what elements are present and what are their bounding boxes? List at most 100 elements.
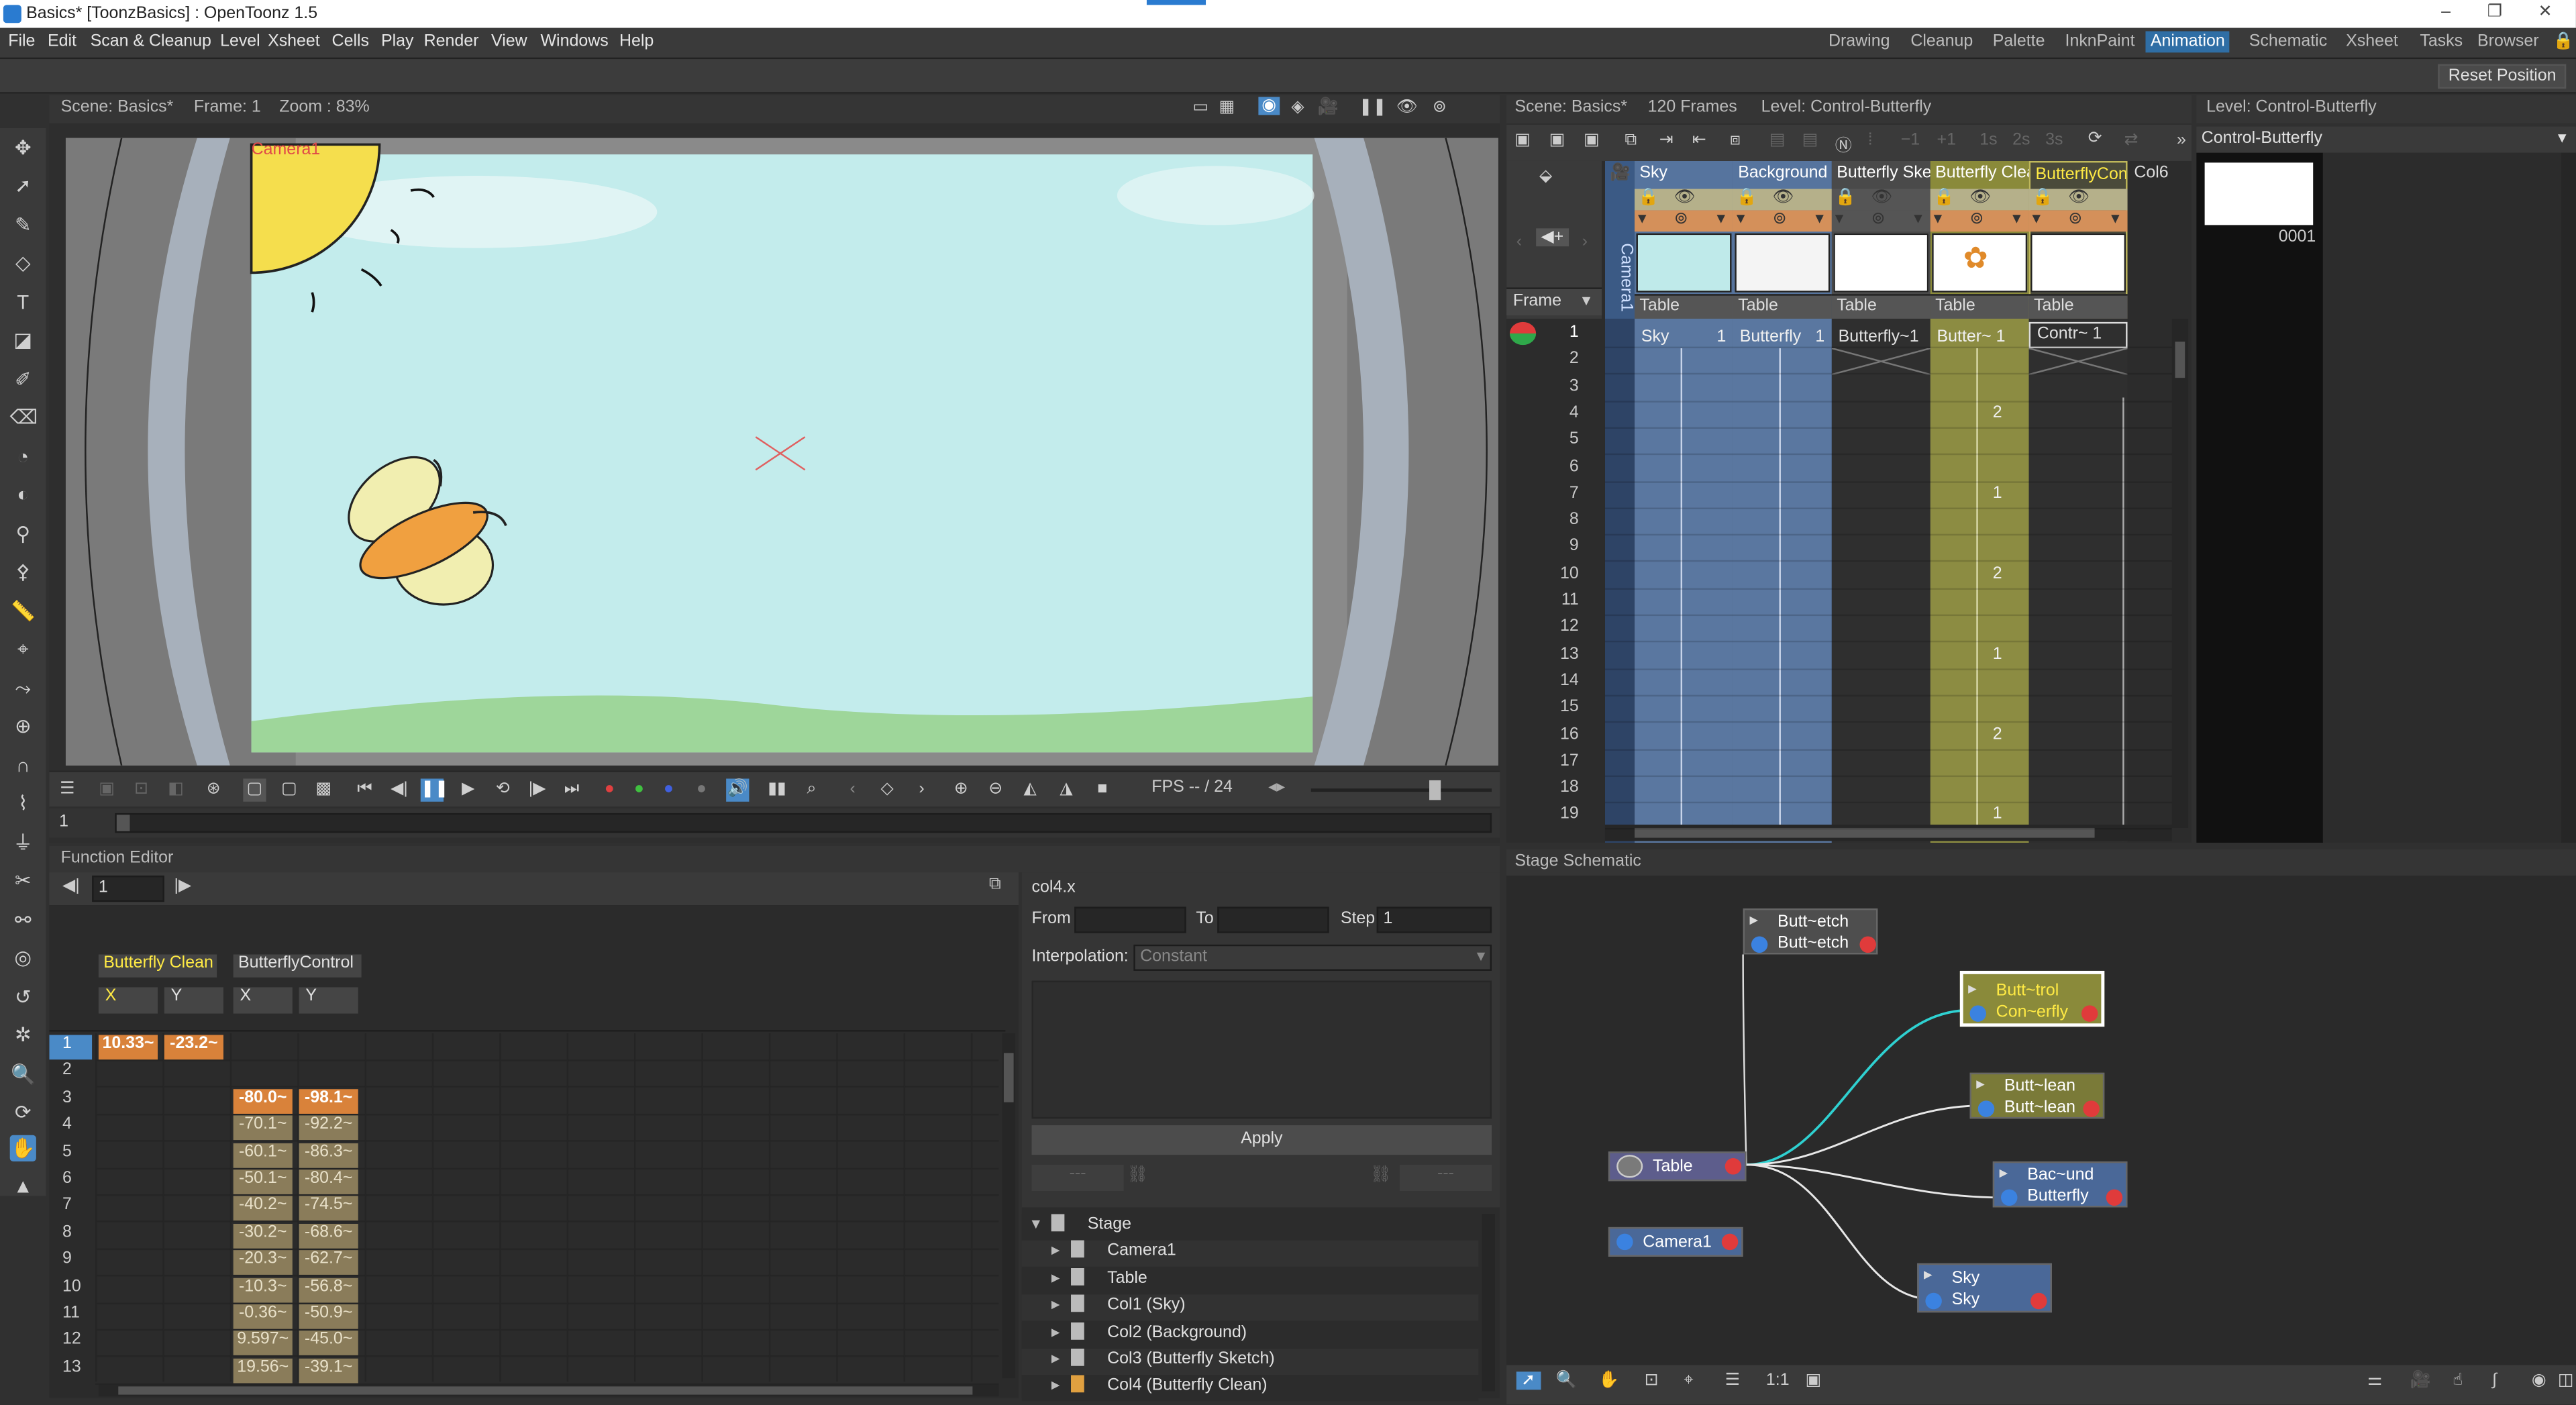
pegbar-selector[interactable]: Table	[1831, 294, 1930, 319]
output-port-icon[interactable]	[1859, 936, 1876, 953]
next-key-icon[interactable]: ›	[910, 778, 933, 801]
fe-control-x-value[interactable]: 19.56~	[233, 1358, 293, 1383]
xsheet-row-number[interactable]: 4	[1506, 404, 1602, 422]
fps-slider-handle[interactable]	[1429, 780, 1441, 800]
brush-tool-icon[interactable]: ✎	[10, 212, 36, 238]
cutter-tool-icon[interactable]: ✂	[10, 868, 36, 894]
preview-toggle[interactable]: 🔒 👁	[1831, 189, 1930, 211]
fe-row-number[interactable]: 10	[49, 1278, 92, 1302]
camstand-toggle[interactable]: ▾ ⊚ ▾	[1930, 210, 2029, 232]
expand-arrow-icon[interactable]: ▸	[1051, 1243, 1060, 1261]
lock-icon[interactable]: 🔒	[1934, 189, 1955, 207]
frame-slider-track[interactable]	[115, 813, 1492, 833]
next-seg-field[interactable]: ---	[1399, 1164, 1492, 1192]
tree-item[interactable]: ▸ ▇ Col4 (Butterfly Clean)	[1021, 1375, 1479, 1402]
link-prev-icon[interactable]: ⛓	[1127, 1166, 1149, 1184]
toggle-fx-stage-icon[interactable]: ◫	[2558, 1371, 2574, 1390]
cell-sky-1[interactable]: Sky	[1641, 329, 1669, 347]
checker-bg-icon[interactable]: ▩	[312, 778, 335, 801]
menu-help[interactable]: Help	[619, 33, 654, 51]
fe-control-x-value[interactable]: -0.36~	[233, 1304, 293, 1329]
clean-cell-number[interactable]: 1	[1993, 806, 2002, 824]
clean-cell-number[interactable]: 1	[1993, 484, 2002, 503]
fe-control-x-value[interactable]: -30.2~	[233, 1223, 293, 1249]
expand-arrow-icon[interactable]: ▸	[1051, 1323, 1060, 1341]
tree-item[interactable]: ▸ ▇ Col3 (Butterfly Sketch)	[1021, 1349, 1479, 1375]
lock-rooms-icon[interactable]: 🔒	[2548, 32, 2576, 53]
menu-windows[interactable]: Windows	[540, 33, 608, 51]
xsheet-row-number[interactable]: 14	[1506, 672, 1602, 690]
fe-control-x-value[interactable]: 9.597~	[233, 1331, 293, 1356]
output-icon[interactable]: ◉	[2532, 1371, 2546, 1390]
node-background[interactable]: ▸ Bac~und Butterfly	[1992, 1161, 2128, 1208]
fe-row-number[interactable]: 11	[49, 1304, 92, 1329]
paint-brush-tool-icon[interactable]: ✐	[10, 366, 36, 393]
sub-camera-preview-icon[interactable]: ⊚	[1433, 99, 1447, 117]
clean-cell-number[interactable]: 2	[1993, 725, 2002, 743]
toggle-view-icon[interactable]: ⧉	[989, 876, 1001, 895]
column-dropdown-icon[interactable]: ▾	[2012, 210, 2021, 228]
camstand-toggle[interactable]: ▾ ⊚ ▾	[1635, 210, 1733, 232]
output-port-icon[interactable]	[2081, 1005, 2098, 1022]
node-sky[interactable]: ▸ Sky Sky	[1917, 1263, 2052, 1313]
xsheet-row-number[interactable]: 5	[1506, 431, 1602, 449]
lock-icon[interactable]: 🔒	[1835, 189, 1856, 207]
tape-tool-icon[interactable]: ◔	[10, 444, 36, 470]
menu-render[interactable]: Render	[424, 33, 479, 51]
column-dropdown-icon[interactable]: ▾	[1914, 210, 1922, 228]
camstand-visible-icon[interactable]: ⊚	[1970, 210, 1984, 228]
frame-zoom-selector[interactable]: Frame ▾	[1506, 287, 1602, 316]
reset-position-button[interactable]: Reset Position	[2438, 64, 2567, 89]
preview-visible-icon[interactable]: 👁	[1773, 189, 1794, 207]
flip-horizontal-icon[interactable]: ◭	[1019, 778, 1041, 801]
frame-slider-handle[interactable]	[116, 815, 130, 831]
config-dropdown-icon[interactable]: ▾	[2032, 210, 2041, 228]
room-xsheet[interactable]: Xsheet	[2341, 32, 2403, 53]
plastic-tool-icon[interactable]: ✲	[10, 1022, 36, 1048]
onion-skin-icon[interactable]	[1509, 321, 1537, 346]
preview-visible-icon[interactable]: 👁	[2068, 189, 2090, 207]
locator-icon[interactable]: ⌕	[800, 778, 823, 801]
fe-row-number[interactable]: 12	[49, 1331, 92, 1356]
next-memo-icon[interactable]: ›	[1582, 233, 1588, 252]
pump-tool-icon[interactable]: ⊕	[10, 713, 36, 739]
tree-item[interactable]: ▸ ▇ Camera1	[1021, 1241, 1479, 1267]
step1-icon[interactable]: 1s	[1979, 132, 1997, 150]
clean-cells[interactable]	[1930, 318, 2029, 843]
room-inknpaint[interactable]: InknPaint	[2060, 32, 2140, 53]
xsheet-row-number[interactable]: 8	[1506, 511, 1602, 529]
histogram-icon[interactable]: ▮▮	[766, 778, 788, 801]
column-thumbnail[interactable]	[1735, 233, 1831, 293]
green-channel-icon[interactable]: ●	[627, 778, 650, 801]
input-port-icon[interactable]	[1969, 1005, 1986, 1022]
tracker-tool-icon[interactable]: ◎	[10, 945, 36, 971]
fe-control-y-value[interactable]: -62.7~	[299, 1250, 358, 1276]
zoom-mode-icon[interactable]: 🔍	[1556, 1371, 1577, 1390]
link-next-icon[interactable]: ⛓	[1370, 1166, 1392, 1184]
fe-control-x-value[interactable]: -50.1~	[233, 1169, 293, 1194]
blue-channel-icon[interactable]: ●	[657, 778, 680, 801]
xsheet-row-number[interactable]: 6	[1506, 458, 1602, 476]
fe-control-y-value[interactable]: -92.2~	[299, 1115, 358, 1141]
cell-sketch-1[interactable]: Butterfly~1	[1839, 329, 1919, 347]
rotate-tool-icon[interactable]: ⟳	[10, 1099, 36, 1125]
increment-icon[interactable]: ▤	[1769, 132, 1786, 150]
next-frame-icon[interactable]: |▶	[525, 778, 548, 801]
expand-arrow-icon[interactable]: ▸	[1051, 1377, 1060, 1396]
more-icon[interactable]: »	[2177, 132, 2186, 150]
fe-row-number[interactable]: 2	[49, 1062, 92, 1087]
insert-icon[interactable]: ⇥	[1659, 132, 1673, 150]
node-camera1[interactable]: Camera1	[1608, 1227, 1743, 1257]
new-pegbar-icon[interactable]: ⚌	[2367, 1371, 2382, 1390]
prev-memo-icon[interactable]: ‹	[1516, 233, 1522, 252]
viewer-canvas[interactable]: Camera1	[65, 138, 1498, 766]
xsheet-vscroll-handle[interactable]	[2175, 342, 2185, 378]
tree-item[interactable]: ▸ ▇ Table	[1021, 1267, 1479, 1294]
camera-stand-view-icon[interactable]: ◉	[1258, 97, 1280, 115]
selection-mode-icon[interactable]: ➚	[1516, 1371, 1541, 1390]
fe-control-y-value[interactable]: -74.5~	[299, 1196, 358, 1222]
checkerboard-icon[interactable]: ⊛	[202, 778, 225, 801]
sketch-cells[interactable]	[1831, 318, 1930, 843]
swing-icon[interactable]: ⇄	[2124, 132, 2139, 150]
new-toonz-raster-level-icon[interactable]: ▣	[1549, 132, 1565, 150]
